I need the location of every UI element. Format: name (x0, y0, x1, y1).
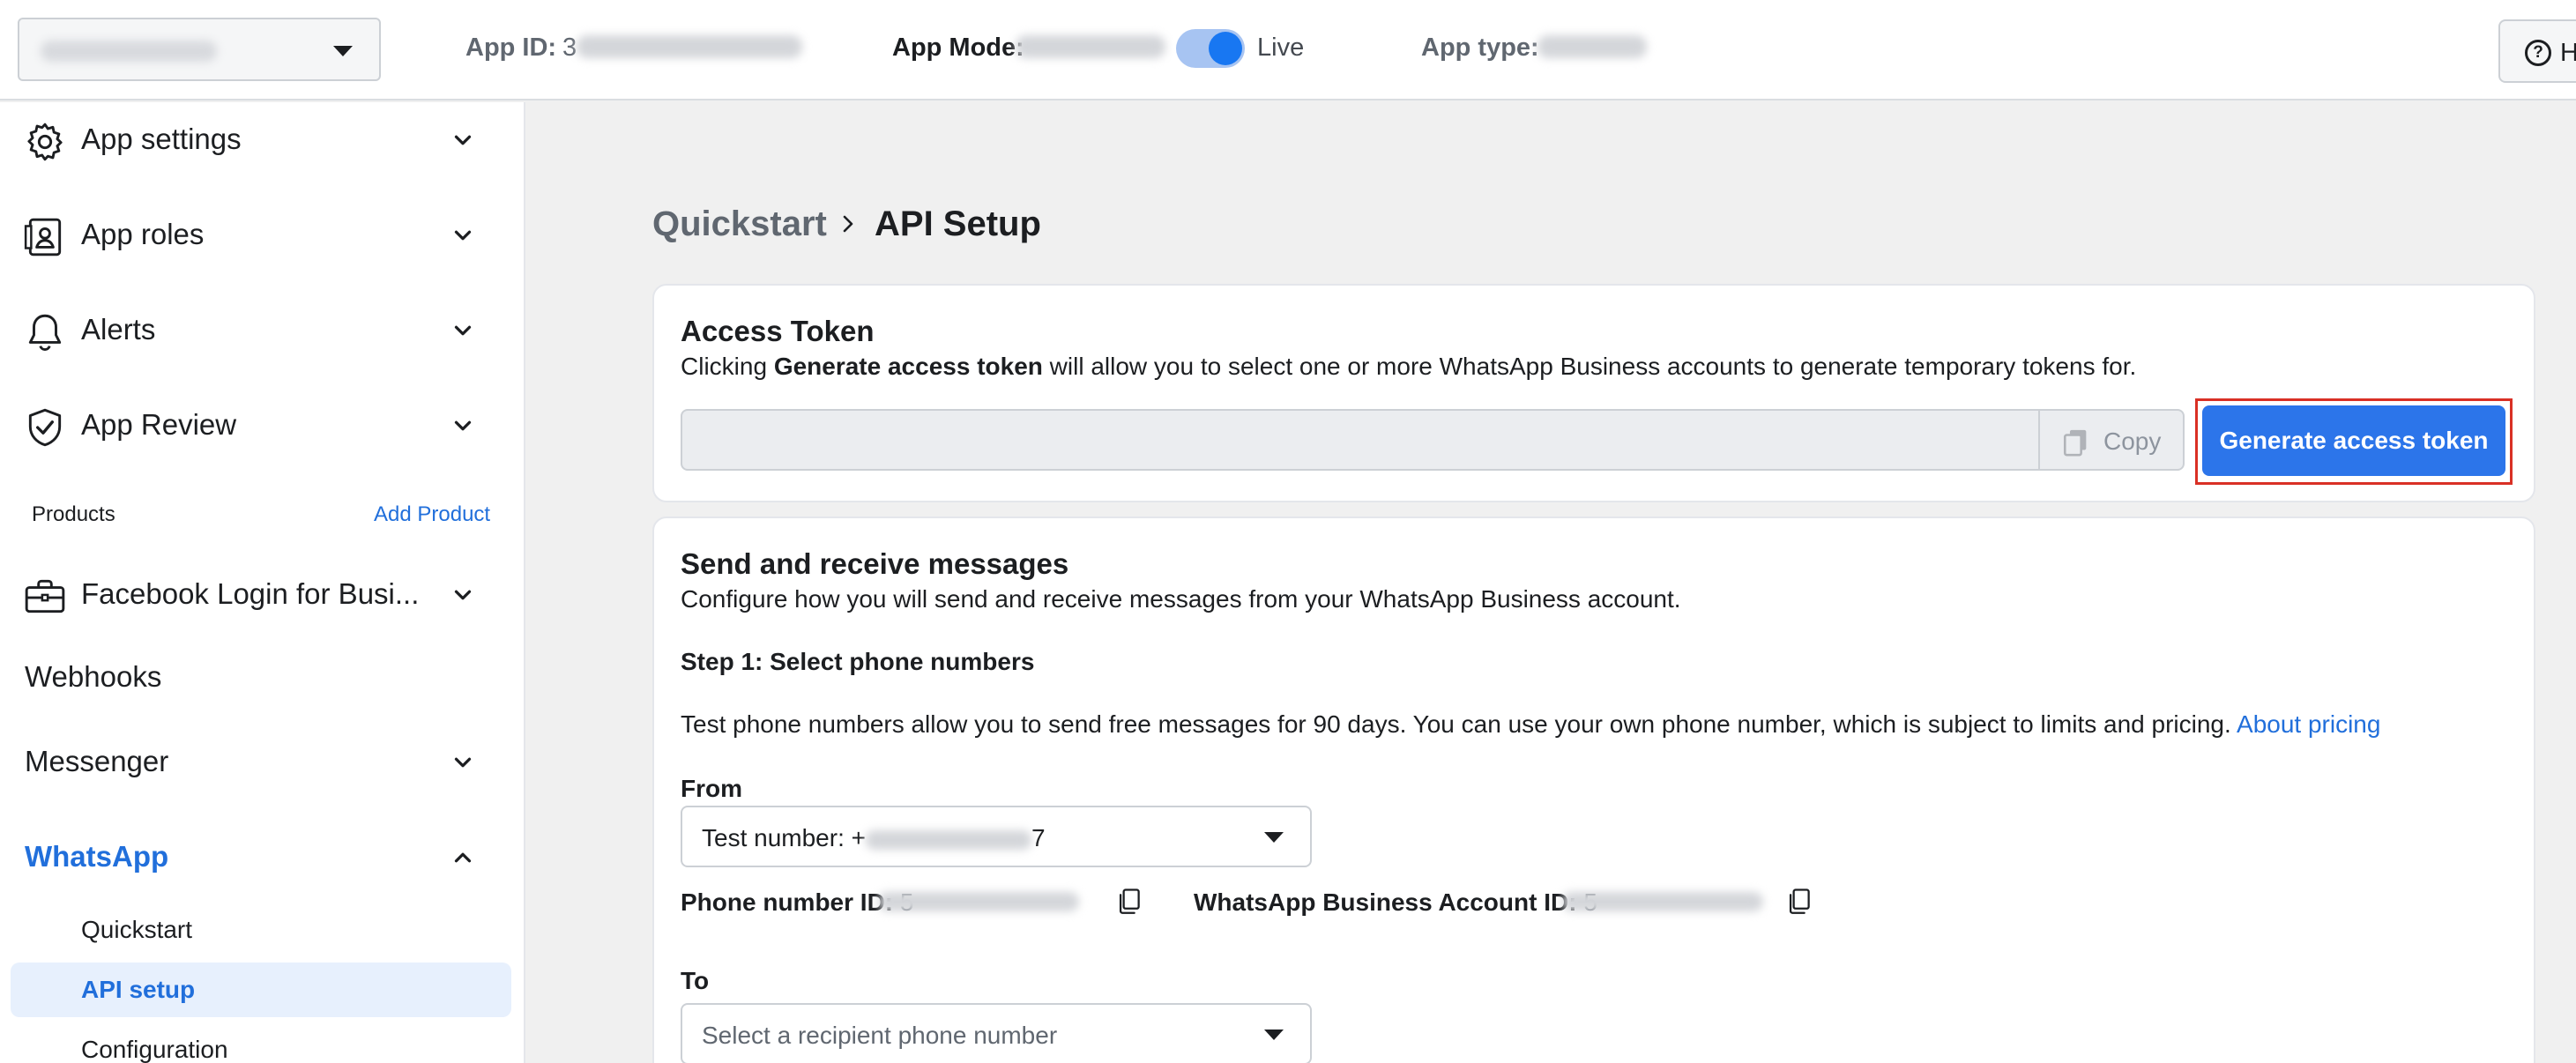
sidebar-subitem-quickstart[interactable]: Quickstart (11, 903, 511, 957)
access-token-card: Access Token Clicking Generate access to… (652, 284, 2535, 502)
to-phone-select[interactable]: Select a recipient phone number (681, 1003, 1312, 1063)
sidebar-subitem-label: Quickstart (81, 916, 193, 943)
from-phone-value: Test number: + 7 (702, 823, 1046, 853)
chevron-down-icon (454, 590, 472, 600)
add-product-link[interactable]: Add Product (374, 502, 490, 527)
access-token-description: Clicking Generate access token will allo… (681, 351, 2136, 383)
copy-icon (2063, 429, 2087, 457)
sidebar-item-app-roles[interactable]: App roles (0, 199, 525, 270)
person-card-icon (24, 218, 62, 256)
desc-suffix: will allow you to select one or more Wha… (1042, 353, 2137, 380)
sidebar-item-app-review[interactable]: App Review (0, 390, 525, 460)
app-selector-dropdown[interactable] (18, 18, 381, 81)
caret-down-icon (333, 46, 353, 56)
help-button[interactable]: ? H (2498, 19, 2576, 83)
sidebar-item-label: WhatsApp (25, 840, 169, 873)
waba-id-redacted (1562, 892, 1763, 911)
toggle-knob (1209, 32, 1242, 65)
top-bar: App ID: 3 App Mode: Live App type: ? H (0, 0, 2576, 100)
copy-button-label: Copy (2103, 427, 2162, 455)
sidebar-subitem-label: Configuration (81, 1036, 228, 1063)
phone-redacted (865, 829, 1031, 850)
sidebar-subitem-label: API setup (81, 976, 196, 1003)
waba-id: WhatsApp Business Account ID: 5 (1194, 887, 1597, 918)
copy-phone-id-icon[interactable] (1114, 887, 1144, 917)
bell-icon (28, 314, 62, 351)
messages-description: Configure how you will send and receive … (681, 585, 1681, 613)
products-section-label: Products (32, 502, 115, 526)
from-suffix: 7 (1031, 824, 1046, 851)
send-receive-messages-card: Send and receive messages Configure how … (652, 517, 2535, 1063)
step1-heading: Step 1: Select phone numbers (681, 648, 1035, 675)
about-pricing-link[interactable]: About pricing (2237, 710, 2380, 738)
chevron-down-icon (454, 757, 472, 768)
sidebar-subitem-configuration[interactable]: Configuration (11, 1022, 511, 1063)
copy-token-button[interactable]: Copy (2038, 409, 2185, 471)
breadcrumb-quickstart-link[interactable]: Quickstart (652, 201, 827, 247)
desc-prefix: Clicking (681, 353, 774, 380)
sidebar-item-alerts[interactable]: Alerts (0, 294, 525, 365)
phone-id-label: Phone number ID: (681, 888, 900, 916)
sidebar-item-label: App roles (81, 218, 205, 250)
sidebar-item-label: Alerts (81, 313, 156, 346)
sidebar-item-label: App settings (81, 123, 242, 155)
pricing-info-text: Test phone numbers allow you to send fre… (681, 709, 2380, 740)
sidebar: App settings App roles Alerts App Review… (0, 102, 525, 1063)
sidebar-item-facebook-login[interactable]: Facebook Login for Busi... (0, 559, 525, 629)
pricing-info: Test phone numbers allow you to send fre… (681, 710, 2237, 738)
app-type-redacted (1537, 35, 1647, 58)
access-token-title: Access Token (681, 315, 875, 347)
chevron-down-icon (454, 230, 472, 241)
gear-icon (27, 123, 63, 161)
waba-id-label: WhatsApp Business Account ID: (1194, 888, 1584, 916)
chevron-down-icon (454, 135, 472, 145)
app-id-value: 3 (562, 33, 577, 62)
sidebar-subitem-api-setup[interactable]: API setup (11, 963, 511, 1017)
desc-bold: Generate access token (773, 353, 1043, 380)
question-icon: ? (2525, 40, 2551, 66)
sidebar-item-label: Webhooks (25, 660, 162, 693)
live-mode-toggle[interactable] (1176, 29, 1245, 68)
sidebar-item-label: Facebook Login for Busi... (81, 577, 420, 610)
chevron-up-icon (454, 852, 472, 863)
access-token-field[interactable] (681, 409, 2040, 471)
sidebar-item-whatsapp[interactable]: WhatsApp (0, 821, 525, 892)
app-type-label: App type: (1421, 33, 1539, 62)
sidebar-item-label: Messenger (25, 745, 169, 777)
phone-id-redacted (878, 892, 1079, 911)
app-mode-redacted (1016, 35, 1165, 58)
sidebar-item-app-settings[interactable]: App settings (0, 104, 525, 175)
messages-title: Send and receive messages (681, 547, 1069, 580)
caret-down-icon (1264, 832, 1284, 843)
chevron-down-icon (454, 325, 472, 336)
sidebar-item-label: App Review (81, 408, 237, 441)
copy-waba-id-icon[interactable] (1784, 887, 1814, 917)
app-id-label: App ID: (465, 33, 557, 62)
chevron-right-icon (843, 215, 853, 233)
from-phone-select[interactable]: Test number: + 7 (681, 806, 1312, 867)
chevron-down-icon (454, 420, 472, 431)
live-label: Live (1257, 33, 1305, 62)
page-title: API Setup (875, 204, 1041, 243)
to-label: To (681, 967, 710, 994)
app-name-redacted (41, 41, 217, 62)
app-mode-label: App Mode: (892, 33, 1024, 62)
shield-check-icon (28, 408, 62, 447)
to-phone-placeholder: Select a recipient phone number (702, 1022, 1058, 1049)
sidebar-item-webhooks[interactable]: Webhooks (0, 642, 525, 712)
briefcase-icon (25, 579, 65, 613)
from-prefix: Test number: + (702, 824, 866, 851)
sidebar-item-messenger[interactable]: Messenger (0, 726, 525, 797)
help-button-label: H (2560, 39, 2576, 67)
generate-access-token-button[interactable]: Generate access token (2202, 405, 2505, 476)
app-id-redacted (577, 35, 802, 58)
from-label: From (681, 775, 742, 802)
caret-down-icon (1264, 1030, 1284, 1040)
